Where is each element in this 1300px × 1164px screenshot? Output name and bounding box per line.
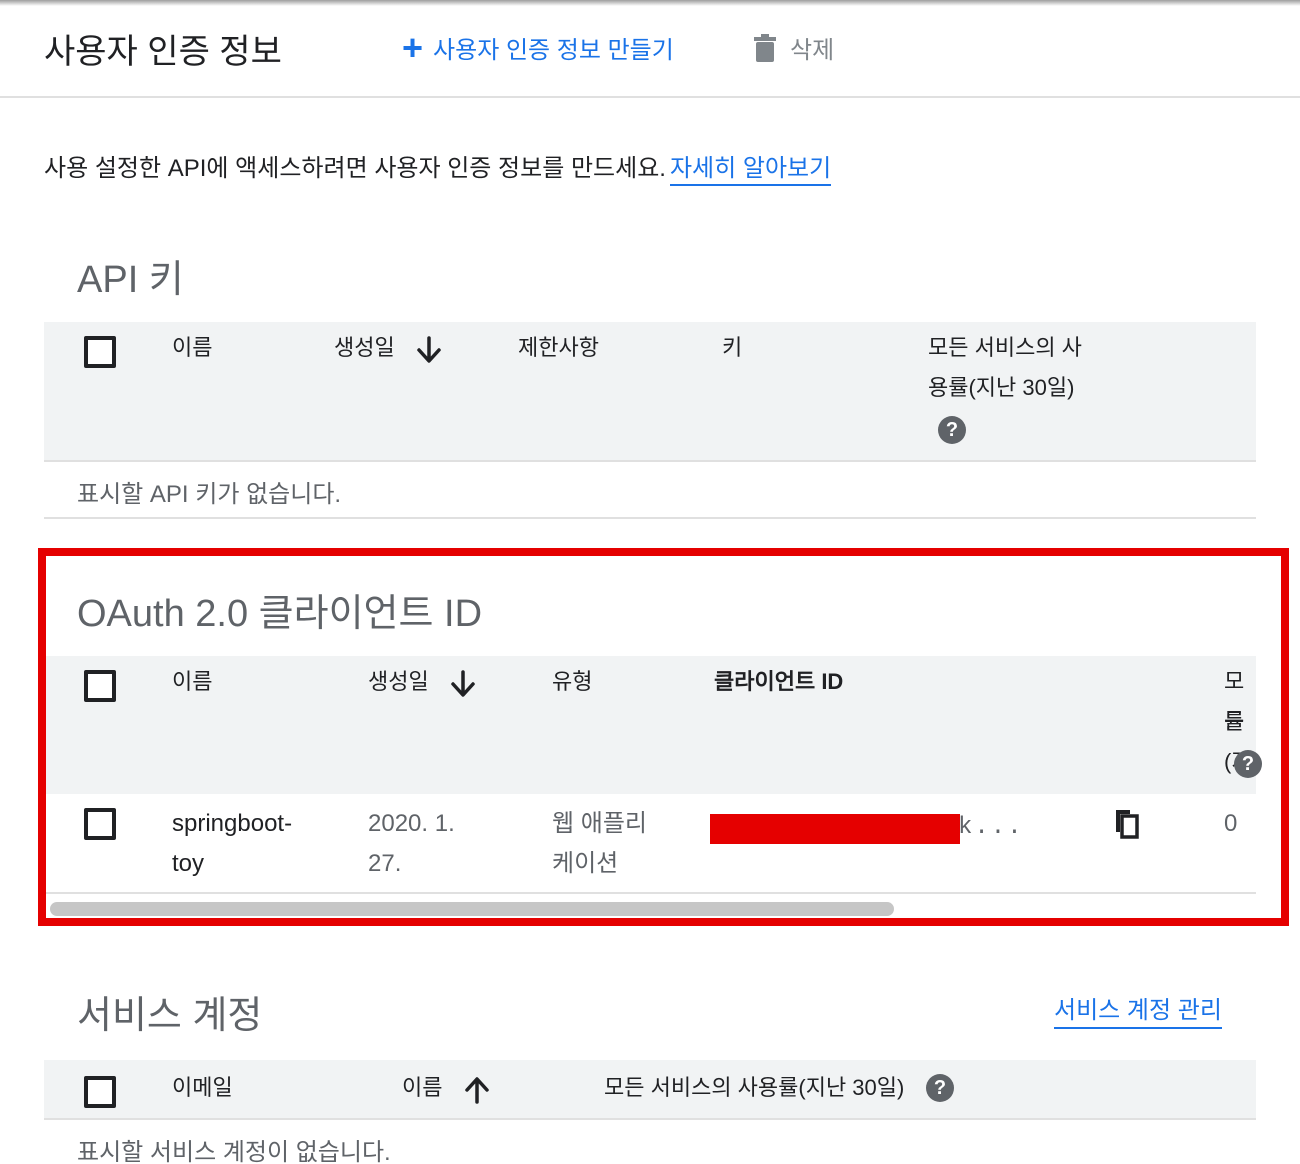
- page-title: 사용자 인증 정보: [44, 33, 282, 71]
- api-keys-col-usage-line2[interactable]: 용률(지난 30일): [928, 368, 1074, 408]
- help-icon[interactable]: ?: [926, 1074, 954, 1102]
- service-accounts-table-header: 이메일 이름 모든 서비스의 사용률(지난 30일) ?: [44, 1060, 1256, 1118]
- service-accounts-col-name[interactable]: 이름: [402, 1068, 442, 1108]
- api-keys-col-usage-line1[interactable]: 모든 서비스의 사: [928, 328, 1082, 368]
- service-accounts-title: 서비스 계정: [77, 995, 263, 1037]
- learn-more-link[interactable]: 자세히 알아보기: [669, 155, 832, 186]
- intro-message: 사용 설정한 API에 액세스하려면 사용자 인증 정보를 만드세요.: [44, 155, 666, 182]
- arrow-down-icon[interactable]: [416, 336, 442, 364]
- trash-icon: [754, 33, 776, 62]
- manage-service-accounts-link[interactable]: 서비스 계정 관리: [1054, 990, 1222, 1029]
- service-accounts-empty-message: 표시할 서비스 계정이 없습니다.: [77, 1139, 391, 1164]
- api-keys-col-key[interactable]: 키: [722, 328, 742, 368]
- divider: [44, 460, 1256, 462]
- delete-button[interactable]: 삭제: [754, 30, 834, 65]
- page-header: 사용자 인증 정보 + 사용자 인증 정보 만들기 삭제: [0, 0, 1300, 98]
- service-accounts-select-all-checkbox[interactable]: [84, 1076, 116, 1108]
- create-credentials-label: 사용자 인증 정보 만들기: [433, 37, 674, 64]
- divider: [44, 517, 1256, 519]
- divider: [44, 1118, 1256, 1120]
- api-keys-col-restrictions[interactable]: 제한사항: [518, 328, 599, 368]
- arrow-up-icon[interactable]: [464, 1076, 490, 1104]
- api-keys-select-all-checkbox[interactable]: [84, 336, 116, 368]
- api-keys-empty-message: 표시할 API 키가 없습니다.: [77, 481, 342, 508]
- api-keys-col-name[interactable]: 이름: [172, 328, 212, 368]
- api-keys-col-created[interactable]: 생성일: [334, 328, 395, 368]
- highlight-box: [38, 548, 1289, 926]
- delete-label: 삭제: [790, 37, 835, 64]
- help-icon[interactable]: ?: [938, 416, 966, 444]
- plus-icon: +: [402, 26, 424, 68]
- api-keys-title: API 키: [77, 259, 184, 301]
- create-credentials-button[interactable]: + 사용자 인증 정보 만들기: [402, 26, 674, 68]
- service-accounts-col-email[interactable]: 이메일: [172, 1068, 233, 1108]
- service-accounts-col-usage[interactable]: 모든 서비스의 사용률(지난 30일): [604, 1068, 904, 1108]
- api-keys-table-header: 이름 생성일 제한사항 키 모든 서비스의 사 용률(지난 30일) ?: [44, 322, 1256, 460]
- intro-text: 사용 설정한 API에 액세스하려면 사용자 인증 정보를 만드세요. 자세히 알…: [44, 148, 832, 186]
